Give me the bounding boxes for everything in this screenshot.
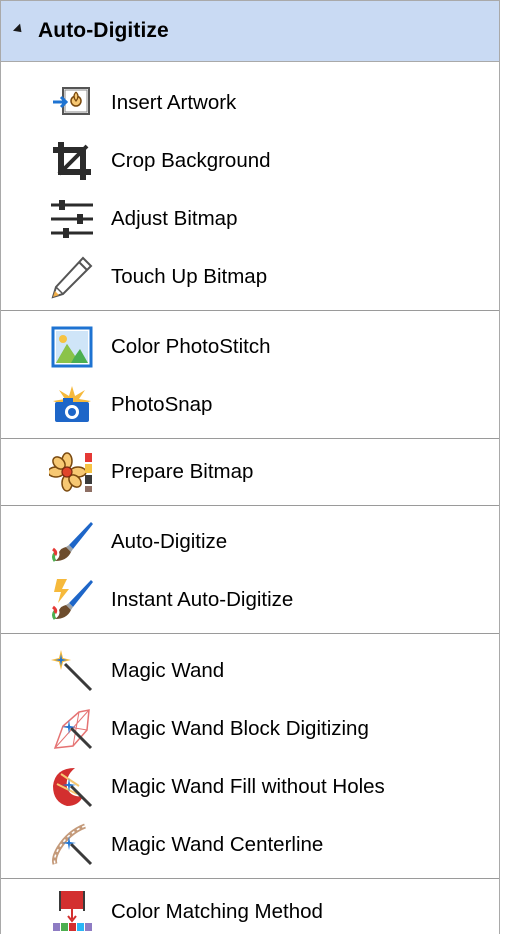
instant-auto-digitize-item[interactable]: Instant Auto-Digitize [1,571,499,629]
touch-up-bitmap-label: Touch Up Bitmap [111,265,268,288]
insert-artwork-item[interactable]: Insert Artwork [1,74,499,132]
crop-background-label: Crop Background [111,149,271,172]
tool-group-bitmap: Insert Artwork Crop Background Adjust Bi… [1,62,499,310]
color-photostitch-item[interactable]: Color PhotoStitch [1,318,499,376]
pencil-icon [47,252,97,302]
paintbrush-icon [47,517,97,567]
touch-up-bitmap-item[interactable]: Touch Up Bitmap [1,248,499,306]
magic-wand-label: Magic Wand [111,659,225,682]
insert-artwork-icon [47,78,97,128]
magic-wand-block-digitizing-item[interactable]: Magic Wand Block Digitizing [1,700,499,758]
magic-wand-icon [47,646,97,696]
instant-auto-digitize-label: Instant Auto-Digitize [111,588,294,611]
auto-digitize-label: Auto-Digitize [111,530,228,553]
sliders-icon [47,194,97,244]
collapse-triangle-icon[interactable] [12,23,26,36]
flower-palette-icon [47,447,97,497]
color-photostitch-label: Color PhotoStitch [111,335,271,358]
lightning-paintbrush-icon [47,575,97,625]
insert-artwork-label: Insert Artwork [111,91,237,114]
magic-wand-centerline-icon [47,820,97,870]
tool-group-magic-wand: Magic Wand Magic Wand Block Digitizing M… [1,634,499,878]
magic-wand-item[interactable]: Magic Wand [1,642,499,700]
tool-group-color-matching: Color Matching Method [1,879,499,941]
tool-group-photo: Color PhotoStitch PhotoSnap [1,311,499,438]
magic-wand-fill-icon [47,762,97,812]
auto-digitize-item[interactable]: Auto-Digitize [1,513,499,571]
color-matching-method-item[interactable]: Color Matching Method [1,883,499,941]
magic-wand-fill-without-holes-label: Magic Wand Fill without Holes [111,775,385,798]
magic-wand-centerline-label: Magic Wand Centerline [111,833,324,856]
crop-background-item[interactable]: Crop Background [1,132,499,190]
tool-group-prepare: Prepare Bitmap [1,439,499,505]
crop-icon [47,136,97,186]
tool-group-auto-digitize: Auto-Digitize Instant Auto-Digitize [1,506,499,633]
camera-flash-icon [47,380,97,430]
magic-wand-centerline-item[interactable]: Magic Wand Centerline [1,816,499,874]
color-matching-method-label: Color Matching Method [111,900,323,923]
photosnap-label: PhotoSnap [111,393,213,416]
adjust-bitmap-item[interactable]: Adjust Bitmap [1,190,499,248]
magic-wand-fill-without-holes-item[interactable]: Magic Wand Fill without Holes [1,758,499,816]
panel-header[interactable]: Auto-Digitize [1,0,499,62]
panel-title: Auto-Digitize [38,19,169,42]
adjust-bitmap-label: Adjust Bitmap [111,207,238,230]
color-matching-icon [47,887,97,937]
magic-wand-block-digitizing-label: Magic Wand Block Digitizing [111,717,369,740]
photosnap-item[interactable]: PhotoSnap [1,376,499,434]
auto-digitize-panel: Auto-Digitize Insert Artwork Crop Backgr… [0,0,500,934]
landscape-photo-icon [47,322,97,372]
prepare-bitmap-label: Prepare Bitmap [111,460,254,483]
magic-wand-block-icon [47,704,97,754]
prepare-bitmap-item[interactable]: Prepare Bitmap [1,443,499,501]
